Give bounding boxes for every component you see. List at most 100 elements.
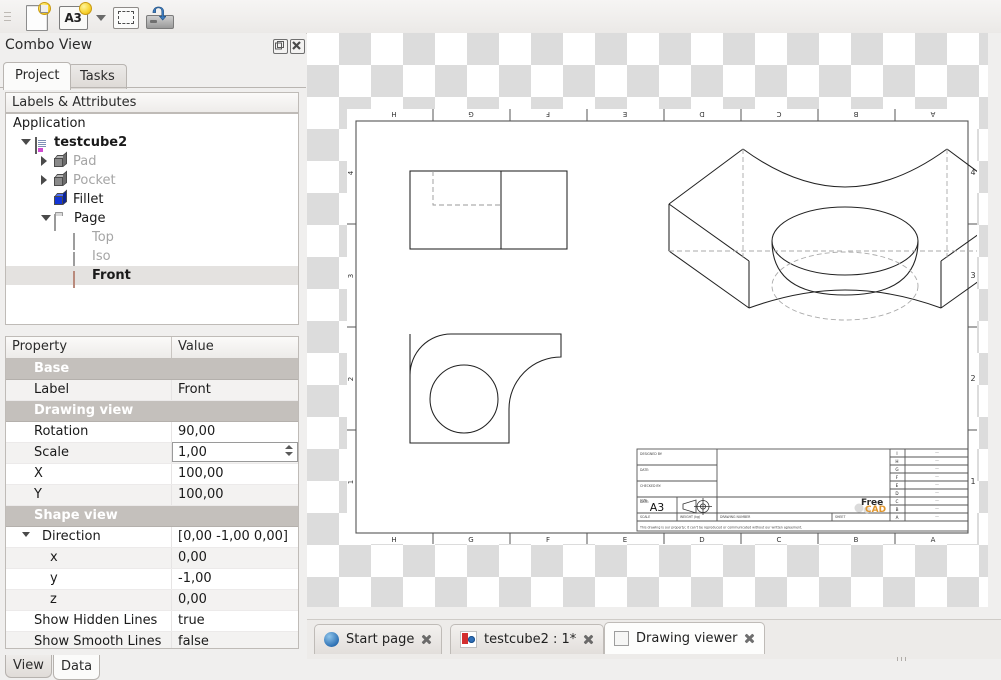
close-icon[interactable] xyxy=(583,634,594,645)
tab-view[interactable]: View xyxy=(5,655,52,678)
property-value[interactable]: 0,00 xyxy=(172,590,298,610)
twisty-closed-icon[interactable] xyxy=(41,175,47,185)
property-value[interactable]: 100,00 xyxy=(172,485,298,505)
property-row-direction-x[interactable]: x 0,00 xyxy=(6,548,298,569)
window-tab-label: Start page xyxy=(346,632,415,647)
property-row-scale[interactable]: Scale 1,00 xyxy=(6,442,298,464)
property-editor[interactable]: Property Value Base Label Front Drawing … xyxy=(5,336,299,649)
panel-splitter[interactable] xyxy=(5,326,299,355)
page-template-button[interactable]: A3 xyxy=(55,1,92,32)
tab-tasks[interactable]: Tasks xyxy=(68,64,127,89)
property-value[interactable]: 90,00 xyxy=(172,422,298,442)
tree-item-pad[interactable]: Pad xyxy=(6,151,298,171)
insert-view-button[interactable]: Insert view xyxy=(110,3,142,32)
tree-item-label: Pocket xyxy=(73,173,116,188)
property-group-base[interactable]: Base xyxy=(6,359,298,380)
tree-root-item[interactable]: Application xyxy=(6,114,298,133)
property-value[interactable]: false xyxy=(172,632,298,648)
combo-view-dock: Combo View Float Close Project Tasks Lab… xyxy=(0,33,306,680)
spinner-arrows[interactable] xyxy=(285,445,293,456)
property-row-y[interactable]: Y 100,00 xyxy=(6,485,298,506)
window-tab-start-page[interactable]: Start page xyxy=(314,624,443,654)
property-group-name: Base xyxy=(34,361,70,376)
window-tab-testcube2[interactable]: testcube2 : 1* xyxy=(450,624,605,654)
tree-item-iso[interactable]: Iso xyxy=(6,247,298,269)
blue-cube-icon xyxy=(54,189,68,207)
tab-project[interactable]: Project xyxy=(3,62,72,90)
property-group-shape-view[interactable]: Shape view xyxy=(6,506,298,527)
close-icon[interactable] xyxy=(421,634,432,645)
twisty-open-icon[interactable] xyxy=(41,215,51,221)
scale-spinbox[interactable]: 1,00 xyxy=(172,442,298,462)
svg-text:H: H xyxy=(391,536,396,544)
drawing-sheet-svg: H G F E D C B A H G F E D C B A 4 3 2 1 … xyxy=(347,109,977,544)
svg-text:2: 2 xyxy=(970,374,975,383)
svg-text:A: A xyxy=(930,110,935,118)
twisty-open-icon[interactable] xyxy=(21,139,31,145)
tree-item-page[interactable]: Page xyxy=(6,209,298,231)
property-name: Show Smooth Lines xyxy=(34,634,162,649)
twisty-open-icon[interactable] xyxy=(22,532,30,537)
drawing-viewer-canvas[interactable]: H G F E D C B A H G F E D C B A 4 3 2 1 … xyxy=(307,33,1001,616)
svg-text:CAD: CAD xyxy=(865,505,886,515)
view-checkbox-icon xyxy=(73,232,87,250)
float-dock-button[interactable]: Float xyxy=(273,39,288,54)
property-row-direction-y[interactable]: y -1,00 xyxy=(6,569,298,590)
tab-project-label: Project xyxy=(15,68,60,83)
property-value[interactable]: 100,00 xyxy=(172,464,298,484)
viewer-vertical-scrollbar[interactable] xyxy=(988,33,1001,616)
tree-item-fillet[interactable]: Fillet xyxy=(6,189,298,209)
document-icon xyxy=(35,136,49,154)
solid-cube-icon xyxy=(54,170,68,188)
window-tab-drawing-viewer[interactable]: Drawing viewer xyxy=(604,622,766,654)
property-row-rotation[interactable]: Rotation 90,00 xyxy=(6,422,298,443)
property-row-show-hidden-lines[interactable]: Show Hidden Lines true xyxy=(6,611,298,632)
combo-view-tabs: Project Tasks xyxy=(0,61,306,90)
property-row-direction-z[interactable]: z 0,00 xyxy=(6,590,298,611)
model-tree[interactable]: Application testcube2 Pad Pocket Fillet xyxy=(5,113,299,325)
tree-item-pocket[interactable]: Pocket xyxy=(6,170,298,190)
svg-text:—: — xyxy=(935,474,939,479)
property-name: x xyxy=(50,550,58,565)
property-value[interactable]: Front xyxy=(172,380,298,400)
a3-template-icon: A3 xyxy=(58,1,92,30)
tree-item-front[interactable]: Front xyxy=(6,266,298,288)
drawing-sheet[interactable]: H G F E D C B A H G F E D C B A 4 3 2 1 … xyxy=(347,109,977,544)
export-page-button[interactable]: Export page xyxy=(142,3,176,32)
property-row-show-smooth-lines[interactable]: Show Smooth Lines false xyxy=(6,632,298,649)
property-name: z xyxy=(50,592,57,607)
close-icon[interactable] xyxy=(744,633,755,644)
property-row-x[interactable]: X 100,00 xyxy=(6,464,298,485)
twisty-closed-icon[interactable] xyxy=(41,156,47,166)
new-page-icon xyxy=(26,1,51,31)
viewer-horizontal-scrollbar[interactable] xyxy=(307,607,988,616)
tree-item-top[interactable]: Top xyxy=(6,228,298,250)
svg-text:D: D xyxy=(699,110,704,118)
labels-attributes-header: Labels & Attributes xyxy=(5,92,299,113)
tree-item-label: Iso xyxy=(92,249,111,264)
tree-item-testcube2[interactable]: testcube2 xyxy=(6,133,298,154)
svg-text:F: F xyxy=(546,110,550,118)
svg-text:—: — xyxy=(935,458,939,463)
property-value[interactable]: 0,00 xyxy=(172,548,298,568)
svg-text:2: 2 xyxy=(347,377,355,381)
revision-rows: IHG FED CBA xyxy=(895,451,898,520)
new-page-button[interactable]: New page xyxy=(20,1,54,32)
close-dock-button[interactable]: Close xyxy=(290,39,305,54)
svg-text:G: G xyxy=(895,467,898,472)
svg-text:B: B xyxy=(853,110,858,118)
freecad-window: New page A3 Insert view Export page Comb xyxy=(0,0,1001,680)
property-value[interactable]: [0,00 -1,00 0,00] xyxy=(172,527,298,547)
view-page-icon xyxy=(73,270,87,288)
property-group-drawing-view[interactable]: Drawing view xyxy=(6,401,298,422)
property-row-label[interactable]: Label Front xyxy=(6,380,298,401)
tab-data-label: Data xyxy=(61,659,93,674)
property-value[interactable]: -1,00 xyxy=(172,569,298,589)
toolbar-drag-handle[interactable] xyxy=(4,9,11,23)
property-value[interactable]: true xyxy=(172,611,298,631)
property-row-direction[interactable]: Direction [0,00 -1,00 0,00] xyxy=(6,527,298,548)
tab-data[interactable]: Data xyxy=(53,655,101,680)
scale-value: 1,00 xyxy=(178,444,207,460)
dock-title-bar: Combo View Float Close xyxy=(0,33,306,60)
tree-item-label: Pad xyxy=(73,154,97,169)
